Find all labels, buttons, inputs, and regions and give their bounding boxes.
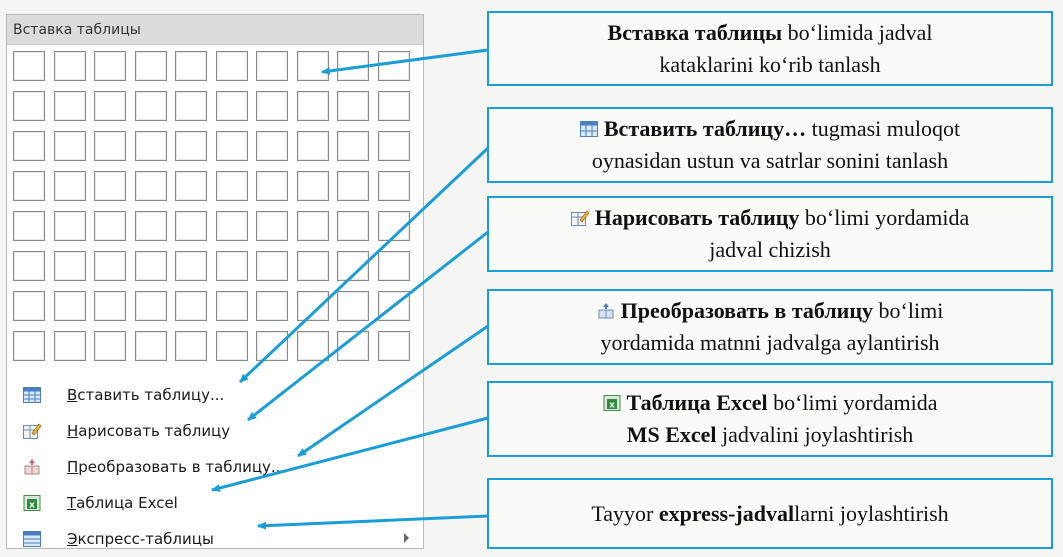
- callout-arrow: [238, 146, 490, 384]
- callout-arrow: [297, 324, 489, 458]
- callout-quick-tables: Tayyor express-jadvallarni joylashtirish: [487, 478, 1053, 549]
- callout-excel-table: x Таблица Excel bo‘limi yordamida MS Exce…: [487, 381, 1053, 457]
- draw-table-icon: [570, 210, 589, 226]
- svg-text:x: x: [609, 401, 615, 411]
- insert-table-icon: [579, 121, 598, 137]
- callout-draw-table: Нарисовать таблицу bo‘limi yordamida jadv…: [487, 196, 1053, 272]
- callout-insert-table-grid: Вставка таблицы bo‘limida jadval kataklar…: [487, 11, 1053, 86]
- callout-arrow: [257, 514, 489, 530]
- callout-arrow: [321, 48, 489, 75]
- convert-table-icon: [598, 303, 614, 319]
- excel-table-icon: x: [603, 395, 621, 411]
- callout-arrow: [211, 416, 489, 492]
- callout-convert-table: Преобразовать в таблицу bo‘limi yordamida…: [487, 289, 1053, 365]
- callout-insert-table-dialog: Вставить таблицу… tugmasi muloqot oynasid…: [487, 107, 1053, 183]
